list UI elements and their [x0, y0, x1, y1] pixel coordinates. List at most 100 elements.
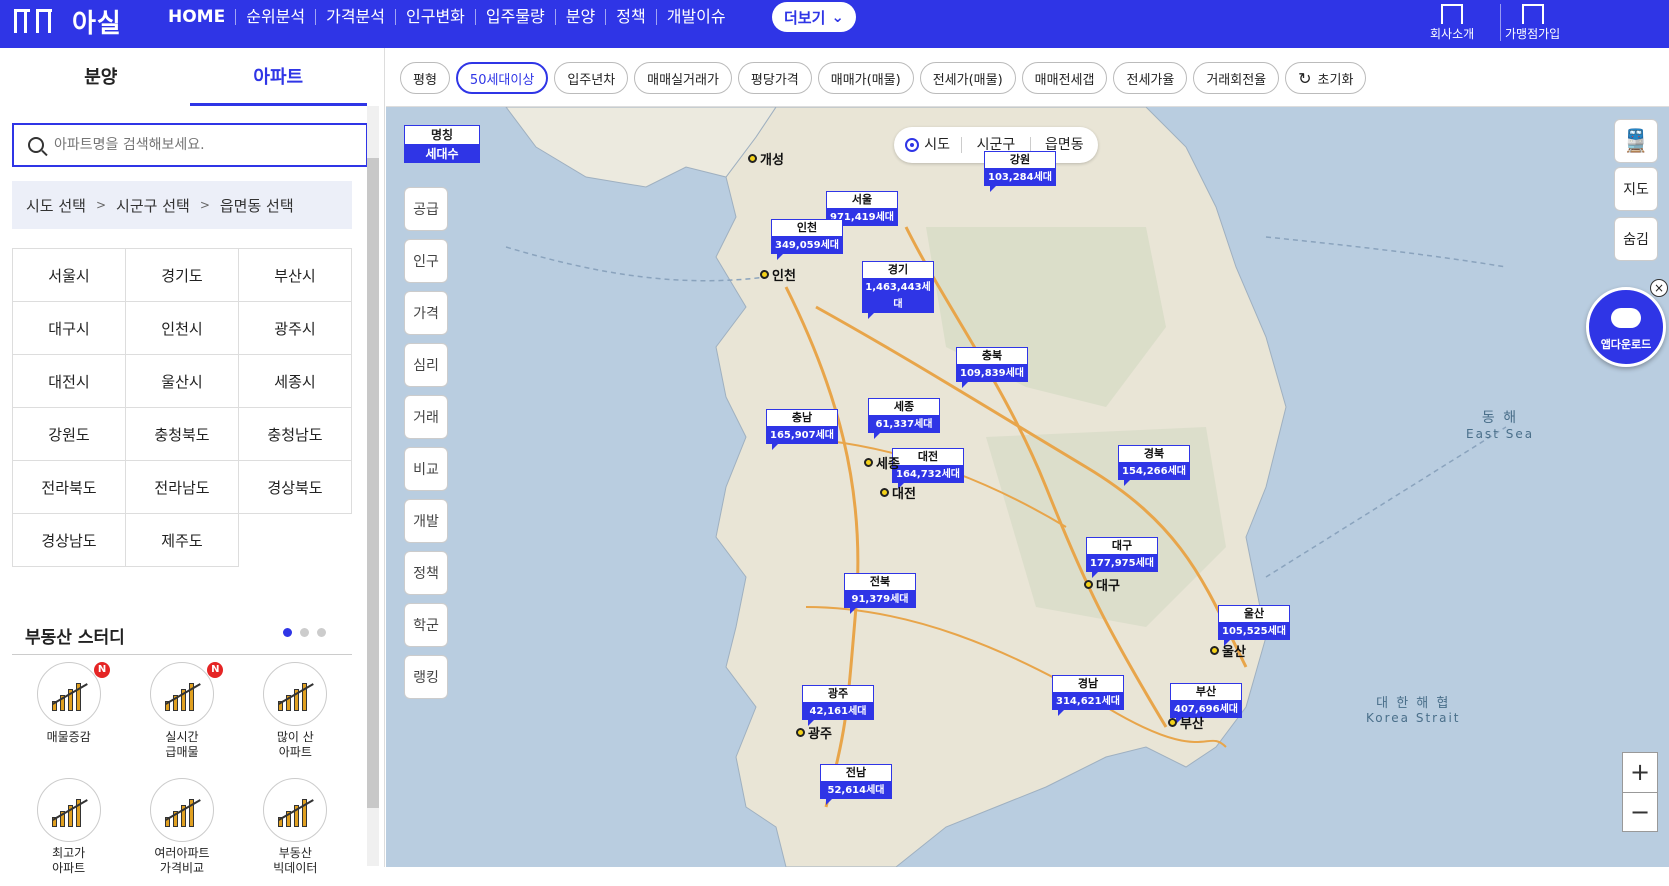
study-item[interactable]: N 매물증감: [12, 662, 125, 770]
region-button[interactable]: 강원도: [13, 408, 126, 461]
marker-count: 42,161세대: [802, 703, 874, 726]
building-icon: [36, 778, 101, 842]
reset-button[interactable]: ↻ 초기화: [1285, 62, 1367, 94]
partner-link[interactable]: 가맹점가입: [1500, 4, 1560, 41]
app-download-label: 앱다운로드: [1600, 338, 1652, 351]
carousel-dot[interactable]: [300, 628, 309, 637]
filter-chip[interactable]: 거래회전율: [1193, 62, 1280, 94]
region-button[interactable]: 전라북도: [13, 461, 126, 514]
breadcrumb-item[interactable]: 시군구 선택: [116, 195, 190, 216]
filter-label: 50세대이상: [469, 72, 535, 88]
map-tool-button[interactable]: 거래: [404, 395, 448, 439]
filter-chip[interactable]: 전세가율: [1113, 62, 1188, 94]
region-marker[interactable]: 충남 165,907세대: [766, 409, 838, 450]
nav-item[interactable]: HOME: [168, 9, 235, 26]
region-marker[interactable]: 대구 177,975세대: [1086, 537, 1158, 578]
map-tool-button[interactable]: 개발: [404, 499, 448, 543]
map[interactable]: 명칭 세대수 공급 인구 가격 심리 거래 비교 개발 정책 학군 랭킹 시도 시군구 읍면동 🚆 지…: [386, 107, 1669, 867]
close-icon[interactable]: ×: [1650, 279, 1668, 297]
map-tool-button[interactable]: 비교: [404, 447, 448, 491]
hide-button[interactable]: 숨김: [1614, 217, 1658, 261]
tab-apartment[interactable]: 아파트: [189, 58, 367, 106]
subway-button[interactable]: 🚆: [1614, 119, 1658, 163]
map-tool-button[interactable]: 정책: [404, 551, 448, 595]
region-marker[interactable]: 울산 105,525세대: [1218, 605, 1290, 646]
marker-count: 105,525세대: [1218, 623, 1290, 646]
logo[interactable]: 아실: [14, 4, 122, 39]
region-button[interactable]: 충청북도: [126, 408, 239, 461]
filter-chip[interactable]: 전세가(매물): [919, 62, 1016, 94]
map-type-button[interactable]: 지도: [1614, 167, 1658, 211]
study-item[interactable]: 많이 산 아파트: [239, 662, 352, 770]
bar-chart-icon: [263, 662, 328, 726]
map-tool-button[interactable]: 심리: [404, 343, 448, 387]
study-item[interactable]: 부동산 빅데이터: [239, 778, 352, 886]
region-button[interactable]: 대전시: [13, 355, 126, 408]
breadcrumb-item[interactable]: 시도 선택: [26, 195, 86, 216]
carousel-dot[interactable]: [283, 628, 292, 637]
search-input[interactable]: [54, 137, 334, 153]
region-marker[interactable]: 광주 42,161세대: [802, 685, 874, 726]
map-tool-button[interactable]: 랭킹: [404, 655, 448, 699]
filter-chip[interactable]: 매매전세갭: [1021, 62, 1108, 94]
study-item[interactable]: 여러아파트 가격비교: [125, 778, 238, 886]
region-marker[interactable]: 전북 91,379세대: [844, 573, 916, 614]
region-marker[interactable]: 강원 103,284세대: [984, 151, 1056, 192]
filter-chip[interactable]: 입주년차: [554, 62, 629, 94]
region-button[interactable]: 경상북도: [239, 461, 352, 514]
nav-item[interactable]: 인구변화: [395, 9, 475, 25]
region-button[interactable]: 제주도: [126, 514, 239, 567]
region-button[interactable]: 서울시: [13, 249, 126, 302]
region-button[interactable]: 전라남도: [126, 461, 239, 514]
carousel-dot[interactable]: [317, 628, 326, 637]
region-marker[interactable]: 경남 314,621세대: [1052, 675, 1124, 716]
filter-chip[interactable]: 50세대이상: [455, 62, 549, 94]
carousel-dots[interactable]: [283, 628, 326, 637]
more-button[interactable]: 더보기 ⌄: [772, 2, 856, 32]
nav-item[interactable]: 개발이슈: [655, 9, 736, 25]
region-marker[interactable]: 경북 154,266세대: [1118, 445, 1190, 486]
region-marker[interactable]: 세종 61,337세대: [868, 398, 940, 439]
nav-item[interactable]: 순위분석: [235, 9, 315, 25]
map-tool-button[interactable]: 인구: [404, 239, 448, 283]
nav-item[interactable]: 가격분석: [315, 9, 395, 25]
region-button[interactable]: 충청남도: [239, 408, 352, 461]
breadcrumb-item[interactable]: 읍면동 선택: [220, 195, 294, 216]
marker-name: 세종: [868, 398, 940, 416]
filter-chip[interactable]: 매매가(매물): [817, 62, 914, 94]
apartment-search[interactable]: [12, 123, 368, 167]
marker-count: 1,463,443세대: [862, 279, 934, 319]
region-button[interactable]: 인천시: [126, 302, 239, 355]
map-tool-button[interactable]: 공급: [404, 187, 448, 231]
filter-chip[interactable]: 평형: [400, 62, 450, 94]
region-button[interactable]: 경기도: [126, 249, 239, 302]
nav-item[interactable]: 분양: [554, 9, 605, 25]
map-tool-button[interactable]: 학군: [404, 603, 448, 647]
filter-chip[interactable]: 평당가격: [737, 62, 812, 94]
tab-presale[interactable]: 분양: [12, 58, 190, 106]
region-marker[interactable]: 대전 164,732세대: [892, 448, 964, 489]
region-marker[interactable]: 인천 349,059세대: [771, 219, 843, 260]
region-marker[interactable]: 경기 1,463,443세대: [862, 261, 934, 319]
app-download-button[interactable]: 앱다운로드: [1586, 287, 1666, 367]
region-button[interactable]: 부산시: [239, 249, 352, 302]
region-button[interactable]: 세종시: [239, 355, 352, 408]
level-option[interactable]: 시도: [894, 137, 961, 153]
nav-item[interactable]: 입주물량: [474, 9, 555, 25]
region-marker[interactable]: 충북 109,839세대: [956, 347, 1028, 388]
filter-chip[interactable]: 매매실거래가: [634, 62, 732, 94]
region-button[interactable]: 광주시: [239, 302, 352, 355]
region-button[interactable]: 대구시: [13, 302, 126, 355]
company-link[interactable]: 회사소개: [1430, 4, 1474, 41]
region-button[interactable]: 경상남도: [13, 514, 126, 567]
nav-item[interactable]: 정책: [605, 9, 655, 25]
map-tool-button[interactable]: 가격: [404, 291, 448, 335]
zoom-in-button[interactable]: +: [1623, 753, 1657, 793]
study-item[interactable]: 최고가 아파트: [12, 778, 125, 886]
map-left-toolbar: 공급인구가격심리거래비교개발정책학군랭킹: [404, 187, 448, 699]
region-button[interactable]: 울산시: [126, 355, 239, 408]
sidebar-scrollbar[interactable]: [367, 158, 379, 808]
zoom-out-button[interactable]: −: [1623, 793, 1657, 833]
study-item[interactable]: N 실시간 급매물: [125, 662, 238, 770]
region-marker[interactable]: 전남 52,614세대: [820, 764, 892, 805]
